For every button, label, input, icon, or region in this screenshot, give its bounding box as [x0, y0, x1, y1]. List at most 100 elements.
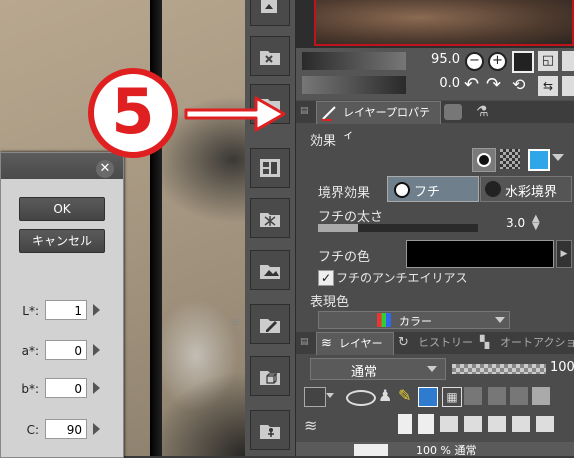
zoom-in-icon[interactable]: + [488, 52, 507, 71]
thickness-slider[interactable] [318, 224, 478, 232]
panel-resize-handle[interactable]: ≡ [230, 315, 240, 329]
create-mask-icon[interactable] [512, 416, 530, 432]
cancel-button[interactable]: キャンセル [19, 229, 105, 253]
close-icon[interactable]: ✕ [96, 160, 114, 178]
thickness-fill [318, 224, 358, 232]
color-mode-icon [377, 313, 391, 327]
navigator-preview[interactable] [314, 0, 574, 46]
thickness-stepper-icon[interactable]: ▲ ▼ [532, 214, 540, 232]
tab-history[interactable]: ↻ ヒストリー [394, 332, 474, 354]
tab-layer-label: レイヤー [339, 337, 383, 350]
a-input[interactable]: 0 [45, 340, 87, 360]
frame-icon [261, 0, 277, 13]
border-effect-toggle[interactable] [472, 148, 496, 172]
zoom-slider[interactable] [302, 52, 406, 70]
clip-icon[interactable] [346, 390, 376, 406]
tool-button-7[interactable] [250, 304, 290, 344]
field-label-a: a*: [21, 344, 39, 358]
border-option-icon [394, 182, 410, 198]
border-color-swatch[interactable] [406, 240, 554, 268]
layer-palette-color-icon[interactable] [418, 387, 438, 407]
fit-icon[interactable]: ◱ [538, 51, 558, 71]
layer-panel-tabbar: ▤ ≋ レイヤー ↻ ヒストリー ▚ オートアクション [296, 332, 574, 355]
apply-mask-icon[interactable] [536, 416, 554, 432]
layer-search-icon[interactable] [444, 104, 462, 120]
tab-history-label: ヒストリー [418, 336, 473, 349]
layer-actions: ≋ [300, 412, 570, 440]
field-label-b: b*: [21, 382, 39, 396]
draft-icon[interactable]: ✎ [398, 386, 411, 405]
layer-list-icon[interactable]: ≋ [304, 416, 317, 435]
new-vector-layer-icon[interactable] [418, 414, 434, 434]
effect-dropdown-icon[interactable] [552, 154, 564, 161]
tab-menu-icon[interactable]: ▤ [300, 106, 309, 116]
reference-icon[interactable]: ♟ [378, 386, 392, 405]
panel-layout-icon [260, 159, 280, 177]
zoom-out-icon[interactable]: − [465, 52, 484, 71]
c-arrow-icon[interactable] [93, 423, 100, 435]
tool-button-2[interactable] [250, 36, 290, 76]
rotate-left-icon[interactable]: ↶ [464, 75, 484, 95]
tool-button-9[interactable] [250, 410, 290, 450]
tab-auto-action[interactable]: ▚ オートアクション [478, 332, 574, 354]
layer-property-icon [322, 106, 336, 121]
tab-auto-action-label: オートアクション [500, 336, 574, 349]
c-input[interactable]: 90 [45, 419, 87, 439]
field-label-l: L*: [22, 304, 39, 318]
transfer-down-icon[interactable] [464, 416, 482, 432]
new-folder-icon[interactable] [440, 416, 458, 432]
b-arrow-icon[interactable] [93, 382, 100, 394]
layer-color-swatch[interactable] [304, 387, 326, 407]
tool-button-8[interactable] [250, 356, 290, 396]
l-arrow-icon[interactable] [93, 304, 100, 316]
lock-transparent-icon[interactable]: ▦ [442, 387, 462, 407]
new-raster-layer-icon[interactable] [398, 414, 412, 434]
tool-button-1[interactable] [250, 0, 290, 26]
flask-icon[interactable]: ⚗ [476, 104, 494, 120]
layer-more-icon[interactable] [532, 387, 550, 405]
flip-horizontal-icon[interactable]: ⇆ [538, 76, 558, 96]
tool-button-5[interactable] [250, 198, 290, 238]
field-label-c: C: [26, 423, 39, 437]
b-input[interactable]: 0 [45, 378, 87, 398]
antialias-checkbox[interactable]: ✓ [318, 270, 334, 286]
lock-layer-icon[interactable] [464, 387, 482, 405]
reset-rotate-icon[interactable]: ⟲ [512, 76, 530, 94]
ruler-icon[interactable] [510, 387, 528, 405]
express-color-value: カラー [399, 315, 432, 328]
flip-vertical-icon[interactable] [562, 76, 574, 96]
border-color-menu-icon[interactable]: ▶ [556, 240, 572, 268]
figure-folder-icon [260, 425, 280, 439]
tab-layer[interactable]: ≋ レイヤー [316, 332, 394, 355]
express-color-select[interactable]: カラー [318, 311, 510, 329]
layer-color-icon[interactable] [528, 149, 550, 171]
rotate-value: 0.0 [439, 76, 460, 91]
watercolor-option-button[interactable]: 水彩境界 [480, 176, 572, 202]
border-option-button[interactable]: フチ [387, 176, 479, 202]
tool-button-6[interactable] [250, 250, 290, 290]
blend-mode-select[interactable]: 通常 [310, 358, 446, 380]
effect-buttons [472, 148, 568, 172]
ok-button[interactable]: OK [19, 197, 105, 221]
mask-icon[interactable] [488, 387, 506, 405]
border-option-label: フチ [414, 185, 441, 200]
tone-icon[interactable] [500, 149, 520, 169]
opacity-value: 100 [550, 360, 574, 375]
layer-stack-icon: ≋ [321, 336, 332, 351]
tool-button-4[interactable] [250, 148, 290, 188]
a-arrow-icon[interactable] [93, 344, 100, 356]
l-input[interactable]: 1 [45, 300, 87, 320]
rotate-right-icon[interactable]: ↷ [486, 75, 506, 95]
tab-layer-property[interactable]: レイヤープロパティ [316, 101, 441, 141]
step-number-annotation: 5 [88, 68, 178, 158]
fit-window-icon[interactable] [562, 51, 574, 71]
rotate-slider[interactable] [302, 76, 406, 94]
actual-size-icon[interactable] [512, 51, 534, 73]
layer-tab-menu-icon[interactable]: ▤ [300, 337, 309, 347]
antialias-label: フチのアンチエイリアス [336, 271, 468, 285]
opacity-slider[interactable] [452, 364, 546, 374]
layer-property-tabbar: ▤ レイヤープロパティ ⚗ [296, 101, 574, 141]
layer-color-dropdown-icon[interactable] [326, 393, 334, 398]
merge-down-icon[interactable] [488, 416, 506, 432]
layer-row[interactable]: 100 % 通常 [296, 442, 574, 457]
